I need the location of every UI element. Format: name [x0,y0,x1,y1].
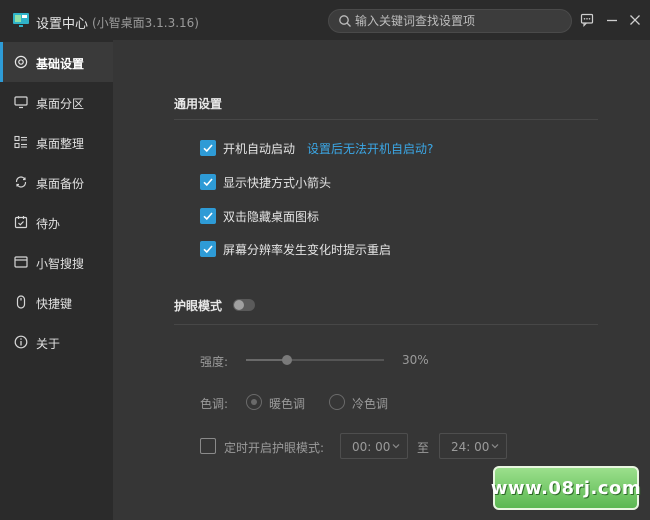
title-bar: 设置中心 (小智桌面3.1.3.16) [0,0,650,40]
search-input[interactable] [355,13,565,29]
backup-icon [15,176,27,188]
auto-start-checkbox[interactable] [200,140,216,156]
sidebar-item-basic-settings[interactable]: 基础设置 [0,42,113,82]
sidebar-item-label: 桌面整理 [36,137,85,151]
intensity-label: 强度: [200,355,229,369]
sidebar-item-label: 快捷键 [36,297,73,311]
info-icon [14,335,28,349]
cool-tone-radio[interactable] [329,394,345,410]
sidebar-item-label: 关于 [36,337,61,351]
option-double-click-hide[interactable]: 双击隐藏桌面图标 [200,207,319,225]
mouse-icon [16,295,26,309]
close-icon [630,15,640,25]
shortcut-arrow-checkbox[interactable] [200,174,216,190]
eye-care-toggle[interactable] [233,299,255,311]
intensity-slider[interactable] [246,355,384,365]
option-label: 屏幕分辨率发生变化时提示重启 [223,242,392,257]
option-label: 显示快捷方式小箭头 [223,175,332,190]
search-box[interactable] [328,9,572,33]
sidebar-item-desktop-backup[interactable]: 桌面备份 [0,162,113,202]
chevron-down-icon [392,444,400,449]
window-title: 设置中心 [36,17,89,32]
eye-care-title: 护眼模式 [174,299,223,313]
sidebar-item-label: 基础设置 [36,57,85,71]
check-icon [203,212,213,221]
section-divider [174,119,598,120]
to-label: 至 [417,441,430,455]
calendar-icon [14,216,28,229]
section-divider [174,324,598,325]
schedule-label: 定时开启护眼模式: [224,441,325,455]
option-label: 开机自动启动 [223,141,296,156]
settings-panel: 通用设置 开机自动启动 设置后无法开机自启动? 显示快捷方式小箭头 双击隐藏桌面… [113,40,650,520]
intensity-value: 30% [402,353,429,367]
resolution-restart-checkbox[interactable] [200,241,216,257]
start-time-select[interactable]: 00: 00 [340,433,408,459]
sidebar-item-label: 待办 [36,217,61,231]
watermark-text: www.08rj.com [490,477,642,499]
feedback-icon [580,13,594,27]
end-time-value: 24: 00 [451,440,490,454]
sidebar-item-shortcuts[interactable]: 快捷键 [0,282,113,322]
minimize-button[interactable] [603,11,621,29]
gear-icon [14,55,28,69]
sidebar-item-about[interactable]: 关于 [0,322,113,362]
double-click-hide-checkbox[interactable] [200,208,216,224]
chevron-down-icon [491,444,499,449]
toggle-knob [234,300,244,310]
window-icon [14,256,28,268]
sidebar-item-label: 桌面备份 [36,177,85,191]
general-settings-title: 通用设置 [174,97,223,111]
active-indicator [0,42,3,82]
option-resolution-restart[interactable]: 屏幕分辨率发生变化时提示重启 [200,240,391,258]
sidebar-item-xiaozhi-search[interactable]: 小智搜搜 [0,242,113,282]
close-button[interactable] [626,11,644,29]
check-icon [203,144,213,153]
sidebar-item-label: 小智搜搜 [36,257,85,271]
warm-tone-radio[interactable] [246,394,262,410]
app-version: (小智桌面3.1.3.16) [92,16,199,30]
intensity-slider-thumb[interactable] [282,355,293,365]
check-icon [203,245,213,254]
minimize-icon [607,19,617,22]
cool-tone-label: 冷色调 [352,397,389,411]
sidebar-item-desktop-organize[interactable]: 桌面整理 [0,122,113,162]
watermark-badge: www.08rj.com [490,466,642,510]
autostart-help-link[interactable]: 设置后无法开机自启动? [307,140,433,157]
sidebar: 基础设置 桌面分区 桌面整理 桌面备份 待办 小智搜搜 快捷键 关于 [0,40,113,520]
intensity-slider-fill [246,359,288,361]
schedule-checkbox[interactable] [200,438,216,454]
monitor-logo-icon [13,13,29,27]
end-time-select[interactable]: 24: 00 [439,433,507,459]
start-time-value: 00: 00 [352,440,391,454]
tone-label: 色调: [200,397,229,411]
option-label: 双击隐藏桌面图标 [223,209,320,224]
sidebar-item-desktop-partition[interactable]: 桌面分区 [0,82,113,122]
organize-icon [14,135,27,149]
feedback-button[interactable] [578,11,596,29]
monitor-icon [14,96,28,109]
search-icon [339,15,351,27]
sidebar-item-todo[interactable]: 待办 [0,202,113,242]
option-auto-start[interactable]: 开机自动启动 设置后无法开机自启动? [200,139,433,157]
check-icon [203,178,213,187]
sidebar-item-label: 桌面分区 [36,97,85,111]
option-shortcut-arrow[interactable]: 显示快捷方式小箭头 [200,173,331,191]
warm-tone-label: 暖色调 [269,397,306,411]
